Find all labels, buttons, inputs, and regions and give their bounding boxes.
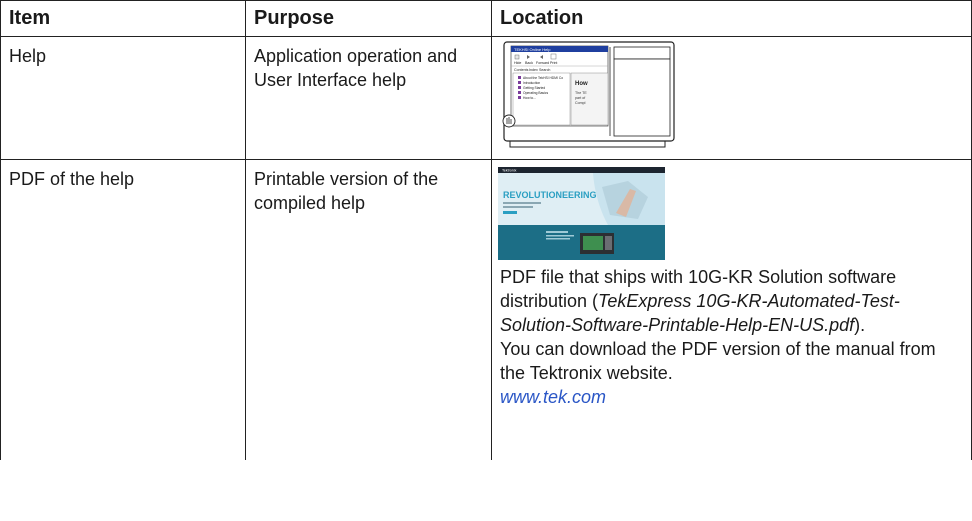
- tab-search: Search: [539, 68, 550, 72]
- toolbar-hide: Hide: [514, 61, 521, 65]
- location-cell: Tektronix REVOLUTIONEERING PDF file that…: [491, 159, 972, 460]
- location-cell: TEKHSI Online Help Hide Back Forward Pri…: [491, 36, 972, 160]
- help-window-illustration: TEKHSI Online Help Hide Back Forward Pri…: [502, 41, 675, 148]
- purpose-cell: Printable version of the compiled help: [245, 159, 492, 460]
- panel-heading: How: [575, 81, 588, 87]
- header-purpose: Purpose: [245, 0, 492, 37]
- tree-item: How to...: [523, 96, 536, 100]
- tab-index: Index: [529, 68, 538, 72]
- toolbar-forward: Forward: [536, 61, 549, 65]
- pdf-location-text: PDF file that ships with 10G-KR Solution…: [500, 265, 963, 337]
- panel-text: Compl: [575, 101, 586, 105]
- toolbar-back: Back: [525, 61, 533, 65]
- tab-contents: Contents: [514, 68, 529, 72]
- panel-text: part of: [575, 96, 585, 100]
- header-item: Item: [0, 0, 246, 37]
- tree-item: About the TekHSI HDMI Co: [523, 76, 563, 80]
- pdf-description-end: ).: [854, 315, 866, 335]
- help-window-title: TEKHSI Online Help: [514, 47, 551, 52]
- header-row: Item Purpose Location: [0, 0, 972, 37]
- item-cell: Help: [0, 36, 246, 160]
- pdf-thumbnail-image: Tektronix REVOLUTIONEERING: [498, 167, 665, 260]
- table-row: Help Application operation and User Inte…: [0, 36, 972, 160]
- table-row: PDF of the help Printable version of the…: [0, 159, 972, 460]
- header-location: Location: [491, 0, 972, 37]
- tree-item: Introduction: [523, 81, 540, 85]
- info-table: Item Purpose Location Help Application o…: [0, 0, 972, 460]
- toolbar-print: Print: [550, 61, 557, 65]
- panel-text: The TE: [575, 91, 587, 95]
- purpose-cell: Application operation and User Interface…: [245, 36, 492, 160]
- thumbnail-banner: REVOLUTIONEERING: [503, 190, 597, 200]
- item-cell: PDF of the help: [0, 159, 246, 460]
- hand-pointer-icon: [502, 114, 516, 128]
- tek-website-link[interactable]: www.tek.com: [500, 387, 606, 407]
- download-text: You can download the PDF version of the …: [500, 339, 936, 383]
- tree-item: Getting Started: [523, 86, 545, 90]
- tree-item: Operating Basics: [523, 91, 548, 95]
- thumbnail-brand: Tektronix: [502, 169, 517, 173]
